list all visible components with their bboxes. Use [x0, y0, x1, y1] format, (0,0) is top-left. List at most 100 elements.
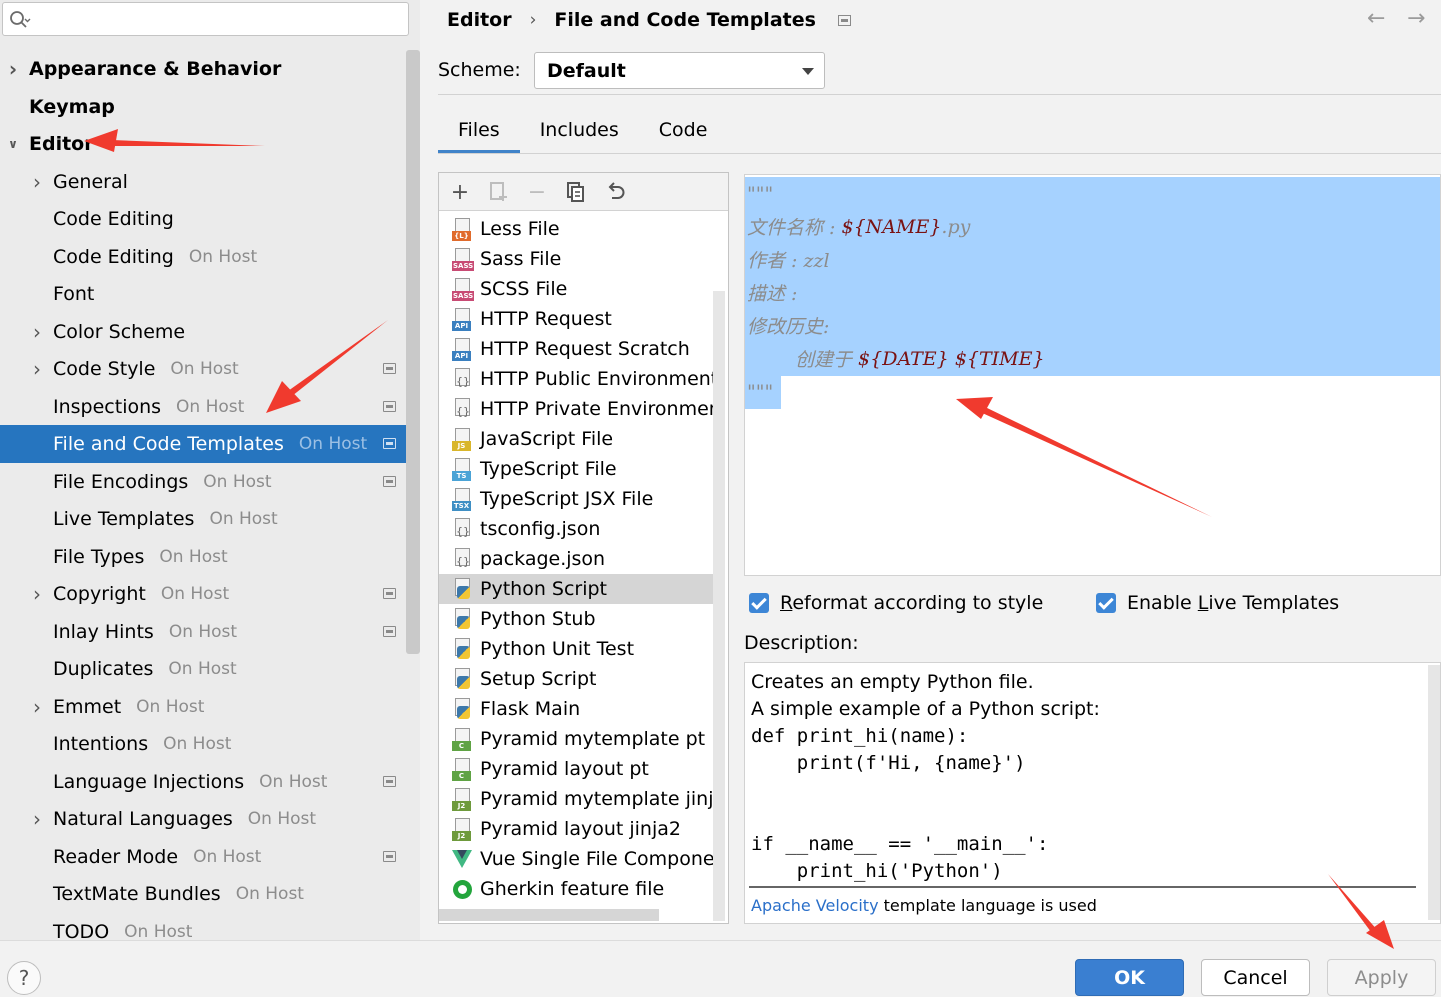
sidebar-item[interactable]: Intentions On Host	[0, 725, 420, 763]
sidebar-item[interactable]: Code Editing On Host	[0, 238, 420, 276]
tab-includes[interactable]: Includes	[520, 112, 639, 154]
template-list-item[interactable]: Python Script	[439, 574, 713, 604]
template-name: Sass File	[480, 248, 562, 270]
scheme-dropdown[interactable]: Default	[534, 52, 825, 89]
apache-velocity-link[interactable]: Apache Velocity	[751, 896, 879, 915]
template-list-item[interactable]: {} package.json	[439, 544, 713, 574]
sidebar-item[interactable]: Keymap	[0, 88, 420, 126]
sidebar-item-label: Code Editing	[53, 208, 174, 230]
vue-file-icon	[452, 848, 473, 871]
breadcrumb-editor[interactable]: Editor	[447, 9, 512, 31]
template-list-item[interactable]: API HTTP Request	[439, 304, 713, 334]
template-list-item[interactable]: Flask Main	[439, 694, 713, 724]
on-host-label: On Host	[188, 246, 258, 267]
template-list-item[interactable]: C Pyramid mytemplate pt	[439, 724, 713, 754]
chameleon-file-icon: C	[452, 727, 473, 751]
template-list-item[interactable]: {} HTTP Private Environment	[439, 394, 713, 424]
apply-button[interactable]: Apply	[1327, 959, 1436, 996]
sidebar-item[interactable]: File and Code Templates On Host	[0, 425, 420, 463]
template-list-item[interactable]: {L} Less File	[439, 214, 713, 244]
file-type-tag: API	[452, 320, 471, 331]
sidebar-item[interactable]: ∨ Editor	[0, 125, 420, 163]
description-code-line	[751, 777, 1415, 804]
remove-icon[interactable]: −	[524, 179, 550, 205]
on-host-label: On Host	[176, 396, 245, 417]
template-list-item[interactable]: Gherkin feature file	[439, 874, 713, 904]
sidebar-item[interactable]: Language Injections On Host	[0, 763, 420, 801]
add-icon[interactable]: +	[447, 179, 473, 205]
sidebar-item[interactable]: Font	[0, 275, 420, 313]
sidebar-item[interactable]: › Copyright On Host	[0, 575, 420, 613]
python-file-icon	[452, 637, 473, 661]
tab-files[interactable]: Files	[438, 112, 520, 154]
sidebar-item[interactable]: Inspections On Host	[0, 388, 420, 426]
chevron-right-icon[interactable]: ›	[6, 57, 20, 81]
template-list-item[interactable]: Python Unit Test	[439, 634, 713, 664]
template-list-item[interactable]: J2 Pyramid mytemplate jinja2	[439, 784, 713, 814]
template-list-item[interactable]: TS TypeScript File	[439, 454, 713, 484]
sidebar-item[interactable]: › General	[0, 163, 420, 201]
sidebar-item-label: File Encodings	[53, 470, 189, 493]
sidebar-item[interactable]: › Natural Languages On Host	[0, 800, 420, 838]
template-list-item[interactable]: C Pyramid layout pt	[439, 754, 713, 784]
sidebar-item[interactable]: › Color Scheme	[0, 313, 420, 351]
list-vertical-scrollbar[interactable]	[713, 291, 725, 921]
arrow-left-icon[interactable]: ←	[1367, 6, 1385, 31]
sidebar-item[interactable]: Live Templates On Host	[0, 500, 420, 538]
checkbox-checked-icon[interactable]	[749, 593, 769, 613]
chevron-right-icon[interactable]: ›	[30, 695, 44, 719]
duplicate-icon[interactable]	[563, 179, 589, 205]
chevron-down-icon[interactable]: ∨	[6, 137, 20, 151]
sidebar-item[interactable]: › Appearance & Behavior	[0, 50, 420, 88]
reformat-checkbox[interactable]: Reformat according to style	[749, 590, 1043, 616]
template-list-item[interactable]: SASS SCSS File	[439, 274, 713, 304]
template-name: Python Script	[480, 578, 608, 600]
template-list-item[interactable]: Python Stub	[439, 604, 713, 634]
reset-icon[interactable]	[603, 179, 629, 205]
ok-button[interactable]: OK	[1075, 959, 1184, 996]
tab-code[interactable]: Code	[639, 112, 728, 154]
help-button[interactable]: ?	[7, 961, 41, 995]
jinja-file-icon: J2	[452, 817, 473, 841]
checkbox-checked-icon[interactable]	[1096, 593, 1116, 613]
sidebar-item[interactable]: File Encodings On Host	[0, 463, 420, 501]
sidebar-item[interactable]: Reader Mode On Host	[0, 838, 420, 876]
template-name: HTTP Private Environment	[480, 398, 713, 420]
live-templates-checkbox[interactable]: Enable Live Templates	[1096, 590, 1339, 616]
template-list-item[interactable]: J2 Pyramid layout jinja2	[439, 814, 713, 844]
cancel-button[interactable]: Cancel	[1201, 959, 1310, 996]
template-list-item[interactable]: JS JavaScript File	[439, 424, 713, 454]
chevron-right-icon[interactable]: ›	[30, 807, 44, 831]
scss-file-icon: SASS	[452, 277, 475, 301]
template-list-item[interactable]: Vue Single File Component	[439, 844, 713, 874]
template-list-item[interactable]: API HTTP Request Scratch	[439, 334, 713, 364]
sidebar-item[interactable]: Inlay Hints On Host	[0, 613, 420, 651]
template-list-item[interactable]: Setup Script	[439, 664, 713, 694]
template-editor[interactable]: """ 文件名称 : ${NAME} .py 作者 : zzl 描述 : 修改历史: 创建于…	[744, 174, 1441, 576]
list-horizontal-scrollbar[interactable]	[439, 909, 659, 921]
chevron-right-icon[interactable]: ›	[30, 170, 44, 194]
copy-template-icon[interactable]	[486, 179, 512, 205]
sidebar-item[interactable]: Code Editing	[0, 200, 420, 238]
chevron-right-icon[interactable]: ›	[30, 357, 44, 381]
settings-search-box[interactable]	[2, 2, 409, 36]
template-list-item[interactable]: SASS Sass File	[439, 244, 713, 274]
chevron-right-icon[interactable]: ›	[30, 582, 44, 606]
on-host-label: On Host	[168, 659, 237, 679]
sidebar-item[interactable]: File Types On Host	[0, 538, 420, 576]
template-list-item[interactable]: {} tsconfig.json	[439, 514, 713, 544]
sidebar-scrollbar[interactable]	[406, 50, 420, 654]
sidebar-item[interactable]: TextMate Bundles On Host	[0, 875, 420, 913]
sidebar-item[interactable]: › Emmet On Host	[0, 688, 420, 726]
sidebar-item[interactable]: TODO On Host	[0, 913, 420, 941]
chevron-right-icon[interactable]: ›	[30, 320, 44, 344]
sidebar-item[interactable]: › Code Style On Host	[0, 350, 420, 388]
template-list-item[interactable]: TSX TypeScript JSX File	[439, 484, 713, 514]
settings-search-input[interactable]	[37, 7, 397, 31]
ts-file-icon: TS	[452, 457, 473, 481]
sidebar-item[interactable]: Duplicates On Host	[0, 650, 420, 688]
description-scrollbar[interactable]	[1428, 665, 1440, 920]
arrow-right-icon[interactable]: →	[1407, 6, 1425, 31]
template-list-item[interactable]: {} HTTP Public Environment F	[439, 364, 713, 394]
sidebar-item-label: File and Code Templates	[53, 433, 284, 455]
